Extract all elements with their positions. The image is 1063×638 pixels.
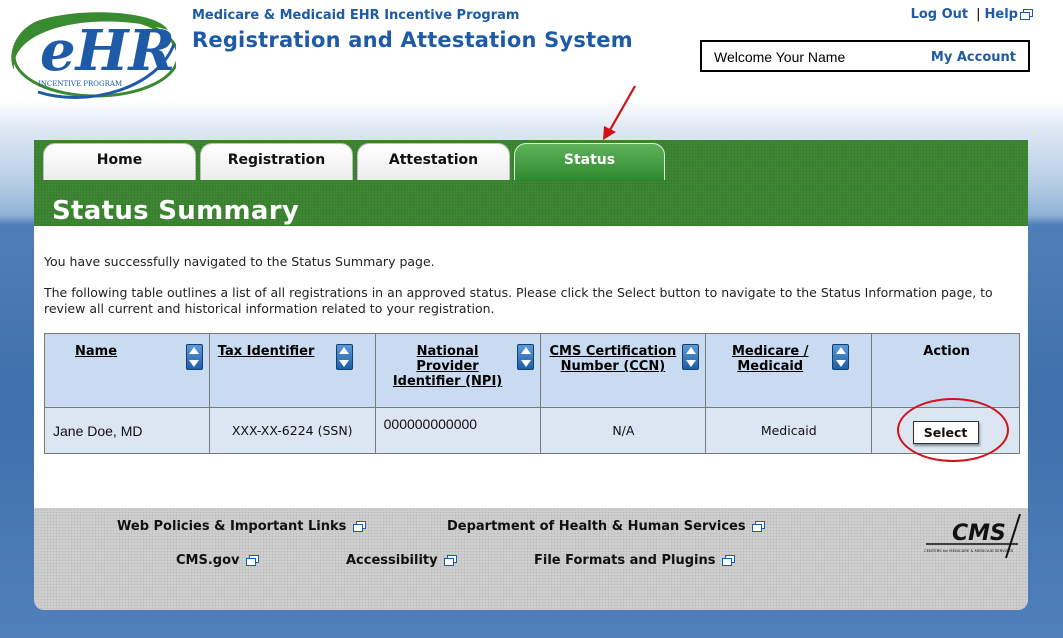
welcome-box: Welcome Your Name My Account <box>700 40 1030 72</box>
footer-link-label: CMS.gov <box>176 553 240 568</box>
annotation-arrow <box>603 85 636 140</box>
svg-text:CMS: CMS <box>952 521 1006 546</box>
svg-text:INCENTIVE PROGRAM: INCENTIVE PROGRAM <box>38 80 122 88</box>
footer-link-label: File Formats and Plugins <box>534 553 716 568</box>
footer-link-accessibility[interactable]: Accessibility <box>346 553 458 568</box>
help-label: Help <box>984 7 1018 22</box>
external-window-icon <box>1020 9 1033 20</box>
external-window-icon <box>246 555 260 566</box>
sort-icon[interactable] <box>517 344 535 370</box>
footer-link-web-policies[interactable]: Web Policies & Important Links <box>117 519 366 534</box>
cell-ccn: N/A <box>540 407 707 454</box>
intro-text: You have successfully navigated to the S… <box>44 254 435 269</box>
footer-link-file-formats[interactable]: File Formats and Plugins <box>534 553 736 568</box>
my-account-link[interactable]: My Account <box>931 50 1016 65</box>
sort-icon[interactable] <box>335 344 353 370</box>
instructions-text: The following table outlines a list of a… <box>44 285 993 316</box>
ehr-logo: eHR INCENTIVE PROGRAM <box>8 8 180 100</box>
external-window-icon <box>752 521 766 532</box>
cms-logo: CMS CENTERS for MEDICARE & MEDICAID SERV… <box>922 513 1024 562</box>
footer-link-cms-gov[interactable]: CMS.gov <box>176 553 260 568</box>
column-label[interactable]: CMS Certification Number (CCN) <box>549 344 676 374</box>
external-window-icon <box>444 555 458 566</box>
external-window-icon <box>352 521 366 532</box>
column-header-name: Name <box>44 333 210 408</box>
column-header-npi: National Provider Identifier (NPI) <box>374 333 542 408</box>
tab-registration[interactable]: Registration <box>200 143 353 180</box>
sort-icon[interactable] <box>682 344 700 370</box>
column-label[interactable]: National Provider Identifier (NPI) <box>384 344 512 389</box>
cell-program: Medicaid <box>705 407 873 454</box>
svg-text:eHR: eHR <box>40 18 175 84</box>
cell-npi: 000000000000 <box>374 407 542 454</box>
top-links: Log Out | Help <box>872 7 1033 22</box>
tab-home[interactable]: Home <box>43 143 196 180</box>
column-header-tax-identifier: Tax Identifier <box>208 333 376 408</box>
column-label: Action <box>923 344 970 359</box>
footer-link-label: Web Policies & Important Links <box>117 519 347 534</box>
column-header-ccn: CMS Certification Number (CCN) <box>540 333 707 408</box>
page-title: Status Summary <box>52 196 300 226</box>
table-row: Jane Doe, MD XXX-XX-6224 (SSN) 000000000… <box>44 407 1020 454</box>
column-label[interactable]: Tax Identifier <box>218 344 315 359</box>
status-summary-table: Name Tax Identifier National Provider Id… <box>44 333 1020 454</box>
sort-icon[interactable] <box>185 344 203 370</box>
link-separator: | <box>976 7 981 22</box>
help-link[interactable]: Help <box>984 7 1033 22</box>
tab-attestation[interactable]: Attestation <box>357 143 510 180</box>
column-label[interactable]: Medicare / Medicaid <box>714 344 826 374</box>
footer-link-label: Accessibility <box>346 553 438 568</box>
column-label[interactable]: Name <box>75 344 117 359</box>
program-subtitle: Medicare & Medicaid EHR Incentive Progra… <box>192 8 520 23</box>
cell-name: Jane Doe, MD <box>44 407 210 454</box>
column-header-program: Medicare / Medicaid <box>705 333 873 408</box>
sort-icon[interactable] <box>832 344 850 370</box>
logout-link[interactable]: Log Out <box>911 7 969 22</box>
table-header-row: Name Tax Identifier National Provider Id… <box>44 333 1020 408</box>
program-title: Registration and Attestation System <box>192 28 633 52</box>
external-window-icon <box>722 555 736 566</box>
cell-tax-identifier: XXX-XX-6224 (SSN) <box>208 407 376 454</box>
footer-link-hhs[interactable]: Department of Health & Human Services <box>447 519 766 534</box>
column-header-action: Action <box>871 333 1020 408</box>
annotation-circle <box>897 398 1009 462</box>
tab-status[interactable]: Status <box>514 143 665 180</box>
footer-link-label: Department of Health & Human Services <box>447 519 746 534</box>
svg-text:CENTERS for MEDICARE & MEDICAI: CENTERS for MEDICARE & MEDICAID SERVICES <box>924 548 1014 553</box>
welcome-text: Welcome Your Name <box>714 49 846 65</box>
